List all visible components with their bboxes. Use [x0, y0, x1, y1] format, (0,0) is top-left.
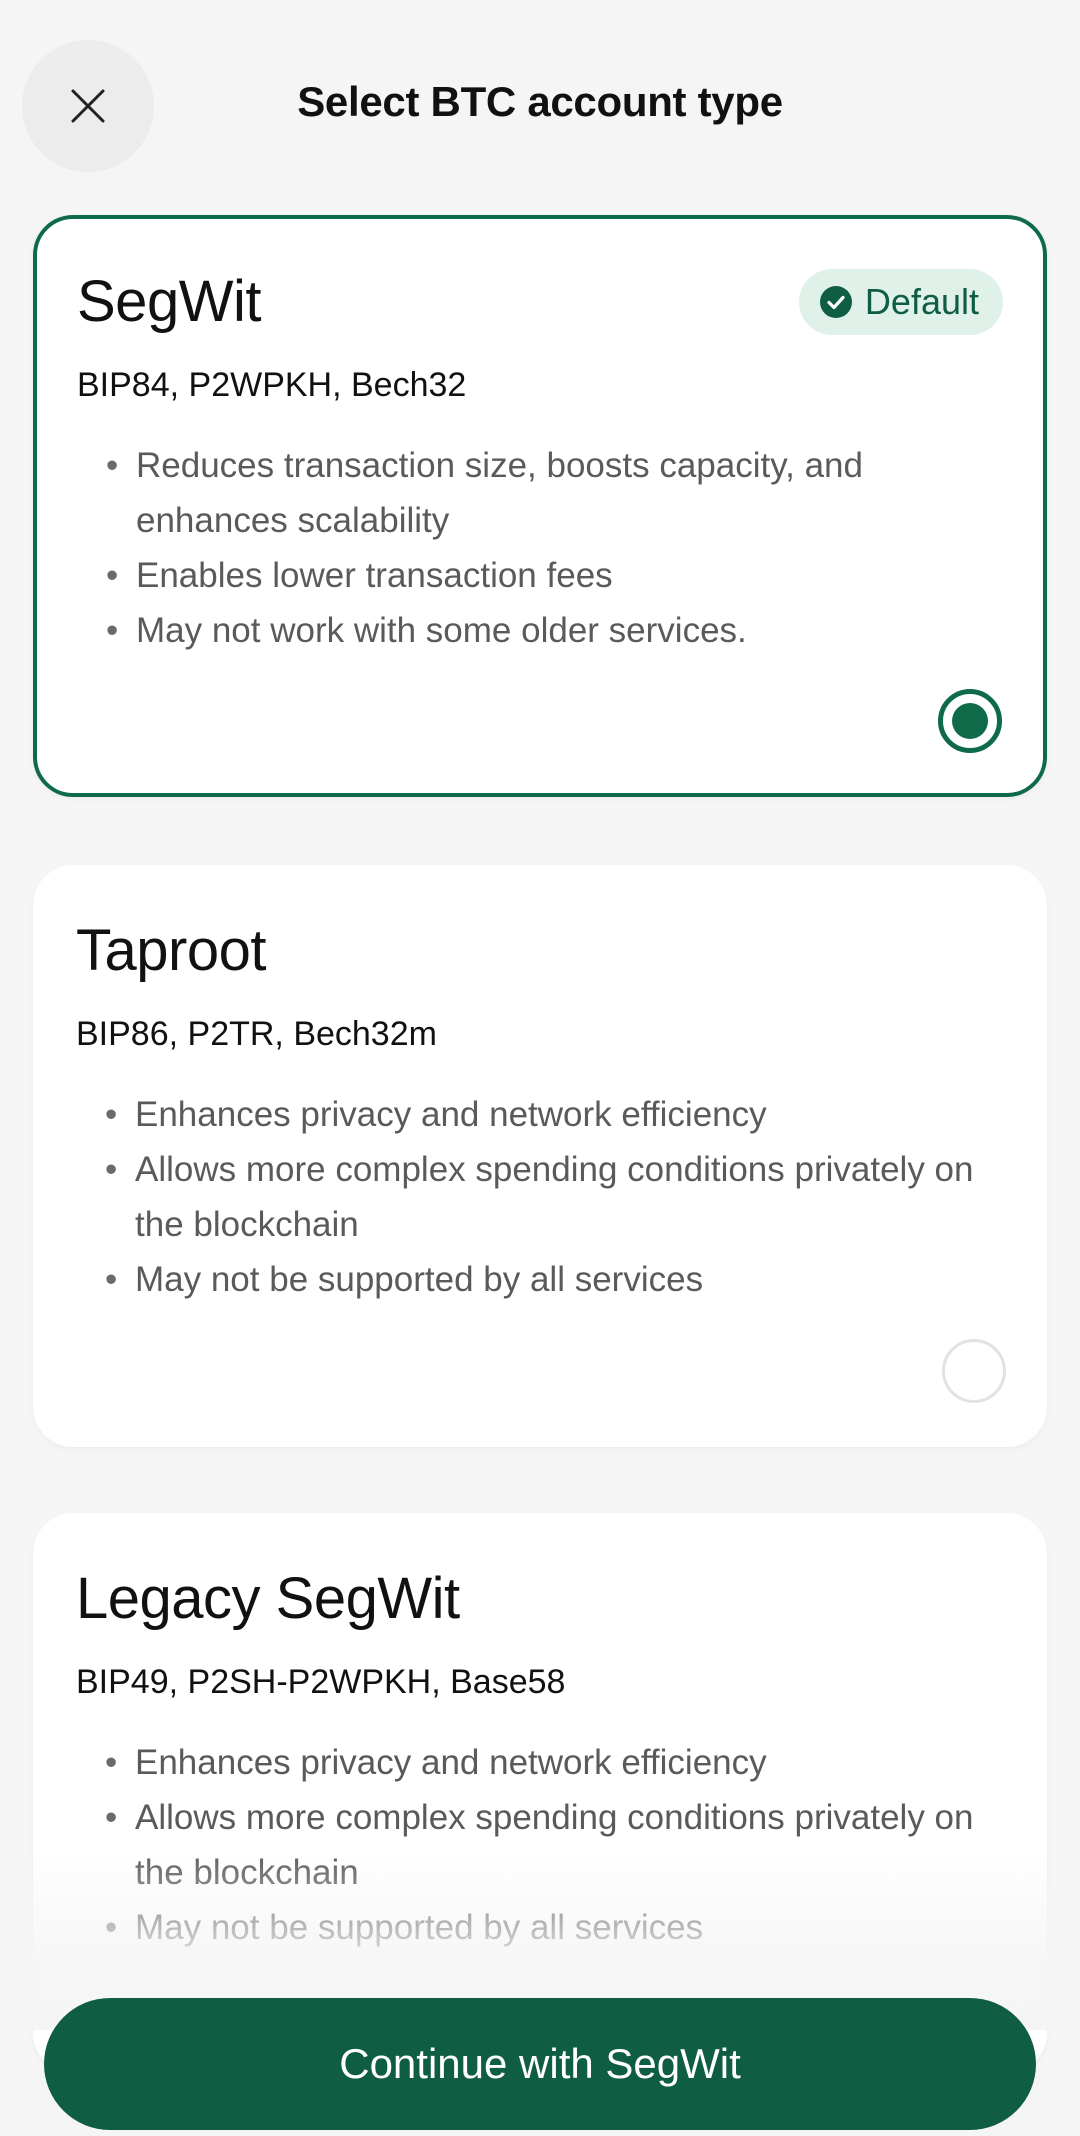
radio-selected[interactable] [938, 689, 1002, 753]
account-option-taproot[interactable]: Taproot BIP86, P2TR, Bech32m • Enhances p… [33, 865, 1047, 1447]
option-bullets: • Reduces transaction size, boosts capaci… [106, 438, 1006, 658]
page-title: Select BTC account type [297, 78, 783, 125]
bullet-item: • Enhances privacy and network efficiency [105, 1087, 1005, 1142]
bullet-item: • Reduces transaction size, boosts capaci… [106, 438, 1006, 548]
bullet-dot: • [105, 1260, 118, 1299]
bullet-item: • Allows more complex spending conditions… [105, 1142, 1005, 1252]
option-bullets: • Enhances privacy and network efficiency… [105, 1735, 1005, 1955]
bullet-dot: • [106, 446, 119, 485]
account-option-legacy-segwit[interactable]: Legacy SegWit BIP49, P2SH-P2WPKH, Base58… [33, 1513, 1047, 2073]
bullet-item: • May not be supported by all services [105, 1900, 1005, 1955]
option-title: SegWit [77, 269, 261, 334]
bullet-dot: • [105, 1150, 118, 1189]
check-circle-icon [819, 286, 852, 318]
default-badge: Default [798, 269, 1003, 335]
option-subtitle: BIP84, P2WPKH, Bech32 [77, 366, 467, 404]
option-subtitle: BIP49, P2SH-P2WPKH, Base58 [76, 1663, 566, 1701]
header: Select BTC account type [0, 0, 1080, 210]
bullet-item: • Allows more complex spending conditions… [105, 1790, 1005, 1900]
bullet-item: • Enhances privacy and network efficiency [105, 1735, 1005, 1790]
option-subtitle: BIP86, P2TR, Bech32m [76, 1015, 437, 1053]
bullet-dot: • [106, 611, 119, 650]
bullet-dot: • [105, 1095, 118, 1134]
option-title: Legacy SegWit [76, 1566, 460, 1631]
continue-button[interactable]: Continue with SegWit [44, 1998, 1036, 2130]
badge-label: Default [864, 281, 979, 322]
option-title: Taproot [76, 918, 266, 983]
option-bullets: • Enhances privacy and network efficiency… [105, 1087, 1005, 1307]
account-option-segwit[interactable]: SegWit Default BIP84, P2WPKH, Bech32 • Re… [33, 215, 1047, 797]
bullet-dot: • [106, 556, 119, 595]
bullet-item: • Enables lower transaction fees [106, 548, 1006, 603]
bullet-item: • May not be supported by all services [105, 1252, 1005, 1307]
radio-unselected[interactable] [942, 1339, 1006, 1403]
bullet-dot: • [105, 1743, 118, 1782]
bullet-item: • May not work with some older services. [106, 603, 1006, 658]
bullet-dot: • [105, 1908, 118, 1947]
bullet-dot: • [105, 1798, 118, 1837]
